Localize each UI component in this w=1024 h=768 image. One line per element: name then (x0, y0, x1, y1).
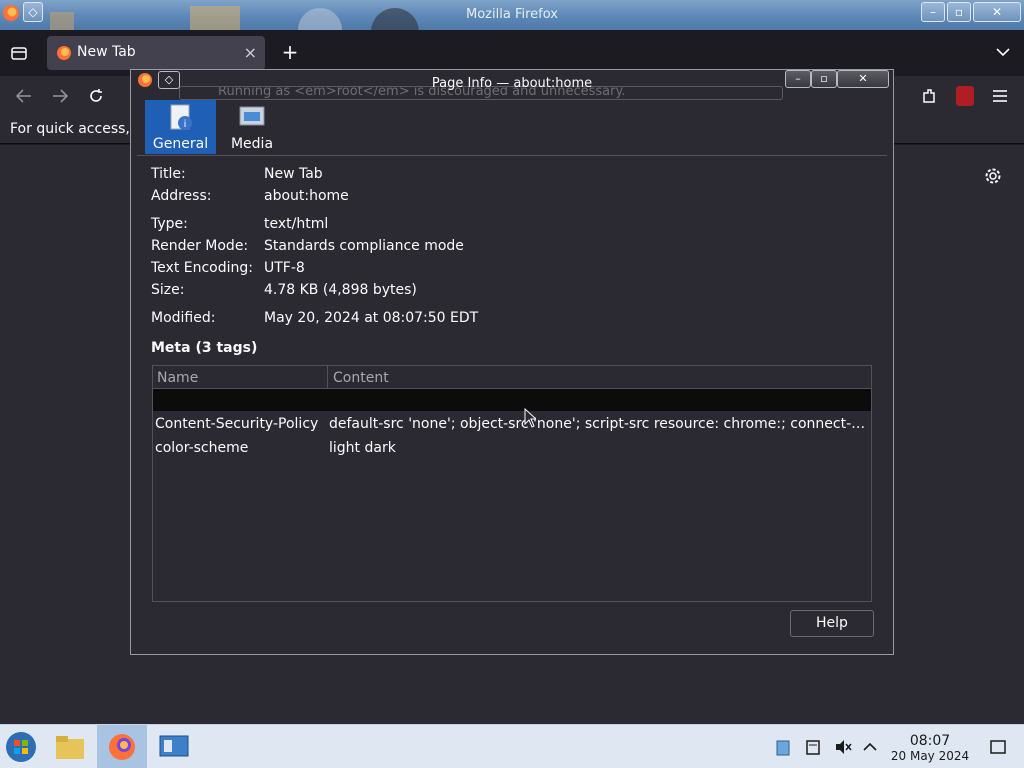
control-panel-icon[interactable] (158, 731, 190, 763)
meta-name-cell: color-scheme (155, 440, 249, 456)
meta-table[interactable]: Name Content Content-Security-Policy def… (152, 365, 872, 602)
tab-media[interactable]: Media (223, 100, 281, 154)
text-encoding-value: UTF-8 (264, 260, 305, 276)
size-value: 4.78 KB (4,898 bytes) (264, 282, 417, 298)
type-label: Type: (151, 216, 188, 232)
ublock-icon[interactable] (956, 86, 974, 106)
tab-general-label: General (152, 136, 209, 152)
bookmarks-hint: For quick access, p (10, 121, 144, 137)
taskbar: 08:07 20 May 2024 (0, 724, 1024, 768)
show-desktop-icon[interactable] (989, 738, 1007, 756)
firefox-icon[interactable] (106, 731, 138, 763)
help-button[interactable]: Help (790, 610, 874, 637)
clipboard-icon[interactable] (774, 738, 792, 756)
extensions-icon[interactable] (920, 87, 938, 105)
meta-table-header: Name Content (153, 366, 871, 389)
clock-time[interactable]: 08:07 (900, 733, 960, 749)
column-divider[interactable] (327, 366, 328, 389)
firefox-icon (57, 46, 71, 60)
os-window-title: Mozilla Firefox (466, 7, 558, 22)
firefox-view-icon[interactable] (10, 44, 28, 62)
tab-general[interactable]: i General (145, 100, 216, 154)
clock-date[interactable]: 20 May 2024 (880, 749, 980, 763)
mouse-cursor-icon (524, 408, 536, 428)
meta-content-cell: light dark (329, 440, 396, 456)
dialog-maximize-button[interactable]: ▫ (811, 70, 837, 88)
maximize-button[interactable]: ▫ (947, 2, 971, 22)
storage-icon[interactable] (804, 738, 822, 756)
media-icon (239, 106, 265, 126)
meta-content-cell: default-src 'none'; object-src 'none'; s… (329, 416, 867, 432)
column-header-name[interactable]: Name (157, 370, 198, 386)
back-icon[interactable] (15, 88, 33, 104)
dialog-close-button[interactable]: ✕ (837, 70, 889, 88)
render-mode-value: Standards compliance mode (264, 238, 464, 254)
address-value: about:home (264, 188, 349, 204)
page-info-dialog: Running as <em>root</em> is discouraged … (130, 69, 894, 655)
size-label: Size: (151, 282, 185, 298)
start-menu-icon[interactable] (5, 731, 37, 763)
modified-label: Modified: (151, 310, 216, 326)
title-value: New Tab (264, 166, 323, 182)
table-row-selected[interactable] (153, 389, 871, 411)
os-window-titlebar[interactable]: ◇ Mozilla Firefox – ▫ ✕ (0, 0, 1024, 30)
dialog-titlebar[interactable]: Running as <em>root</em> is discouraged … (131, 70, 893, 100)
dialog-minimize-button[interactable]: – (785, 70, 811, 88)
new-tab-button[interactable]: + (280, 40, 300, 64)
meta-heading: Meta (3 tags) (151, 340, 258, 356)
modified-value: May 20, 2024 at 08:07:50 EDT (264, 310, 479, 326)
tab-new-tab[interactable]: New Tab × (47, 36, 265, 70)
file-manager-icon[interactable] (54, 731, 86, 763)
tab-media-label: Media (230, 136, 274, 152)
meta-name-cell: Content-Security-Policy (155, 416, 319, 432)
page-info-icon: i (170, 104, 192, 130)
svg-text:i: i (183, 119, 186, 130)
minimize-button[interactable]: – (921, 2, 945, 22)
title-label: Title: (151, 166, 186, 182)
toolbar-divider (137, 155, 887, 156)
forward-icon[interactable] (51, 88, 69, 104)
table-row[interactable]: Content-Security-Policy default-src 'non… (153, 412, 871, 436)
menu-icon[interactable] (991, 88, 1009, 104)
table-row[interactable]: color-scheme light dark (153, 436, 871, 460)
volume-muted-icon[interactable] (834, 738, 852, 756)
close-tab-icon[interactable]: × (244, 43, 257, 62)
render-mode-label: Render Mode: (151, 238, 249, 254)
chevron-up-icon[interactable] (861, 738, 879, 756)
reload-icon[interactable] (87, 87, 105, 105)
type-value: text/html (264, 216, 329, 232)
gear-icon[interactable] (984, 167, 1002, 185)
address-label: Address: (151, 188, 212, 204)
dialog-title: Page Info — about:home (431, 76, 593, 91)
close-button[interactable]: ✕ (973, 2, 1021, 22)
chevron-down-icon[interactable] (995, 46, 1011, 58)
column-header-content[interactable]: Content (333, 370, 389, 386)
tab-label: New Tab (77, 44, 136, 60)
text-encoding-label: Text Encoding: (151, 260, 253, 276)
